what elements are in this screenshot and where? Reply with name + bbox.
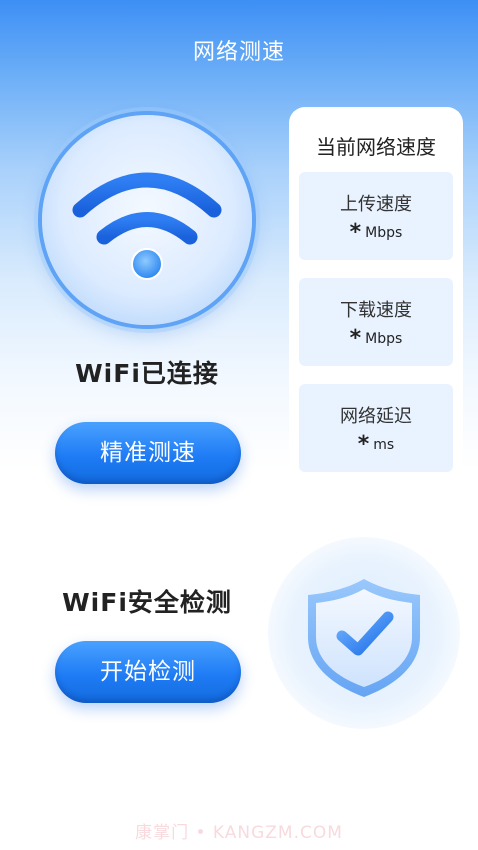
panel-title: 当前网络速度 — [316, 135, 436, 159]
latency-card: 网络延迟 * ms — [299, 384, 453, 472]
page-title: 网络测速 — [192, 40, 285, 65]
metric-unit: Mbps — [365, 331, 403, 347]
metric-value: * Mbps — [299, 218, 453, 245]
metric-label: 下载速度 — [340, 300, 412, 321]
metric-unit: Mbps — [365, 225, 403, 241]
metric-value: * Mbps — [299, 324, 453, 351]
security-shield — [268, 537, 460, 729]
upload-speed-value: * — [349, 220, 362, 245]
metric-label: 上传速度 — [340, 194, 412, 215]
wifi-security-title: WiFi安全检测 — [62, 588, 232, 617]
start-check-button[interactable]: 开始检测 — [55, 641, 241, 703]
wifi-icon — [72, 172, 222, 280]
metric-value: * ms — [299, 430, 453, 457]
wifi-status-circle — [42, 115, 252, 325]
upload-speed-card: 上传速度 * Mbps — [299, 172, 453, 260]
download-speed-value: * — [349, 326, 362, 351]
wifi-status-text: WiFi已连接 — [75, 359, 219, 388]
download-speed-card: 下载速度 * Mbps — [299, 278, 453, 366]
shield-check-icon — [308, 579, 420, 697]
precise-speed-test-button[interactable]: 精准测速 — [55, 422, 241, 484]
watermark: 康掌门 • KANGZM.COM — [135, 823, 343, 843]
metric-unit: ms — [373, 437, 395, 453]
latency-value: * — [357, 432, 370, 457]
network-speed-panel: 当前网络速度 上传速度 * Mbps 下载速度 * Mbps 网络延迟 * ms — [289, 107, 463, 484]
metric-label: 网络延迟 — [340, 406, 412, 427]
